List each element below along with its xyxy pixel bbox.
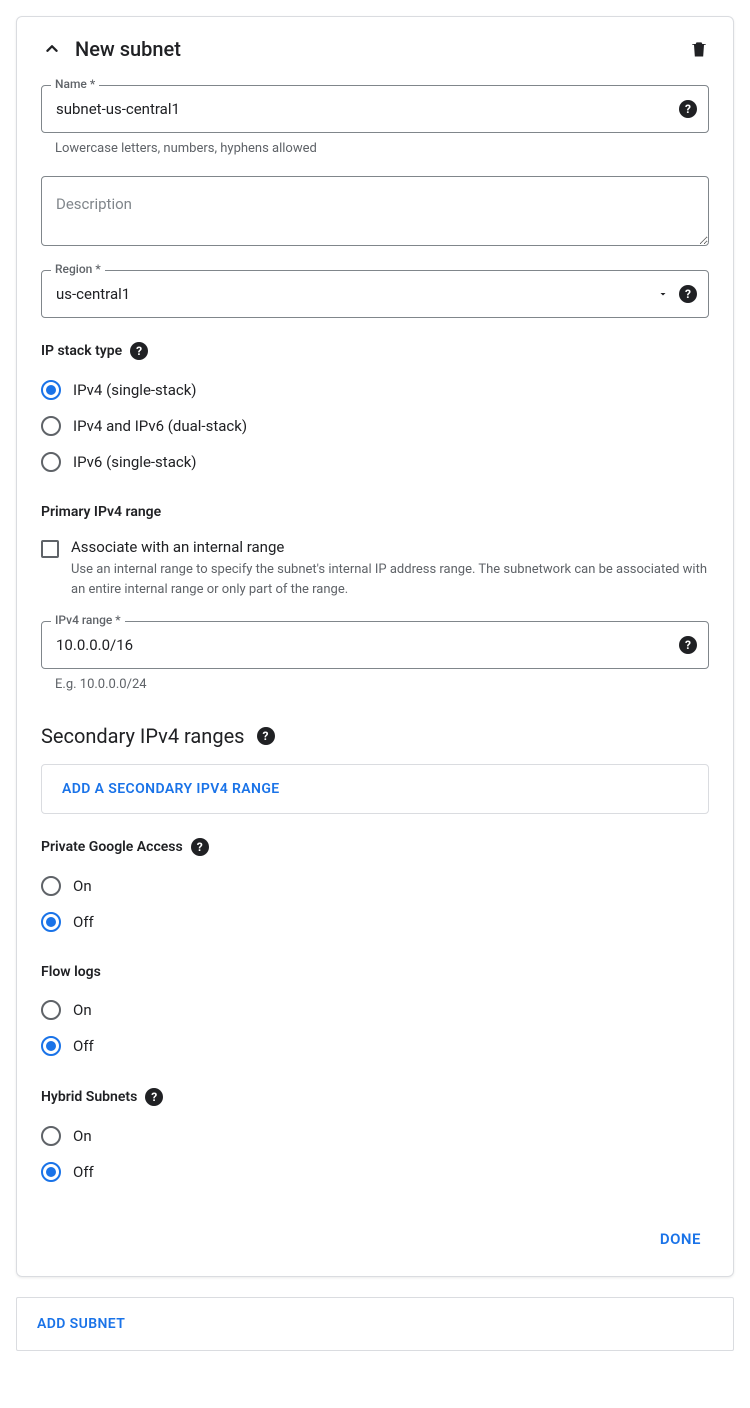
done-button[interactable]: DONE (652, 1222, 709, 1256)
ipv4-range-input[interactable] (41, 621, 709, 669)
help-icon[interactable]: ? (130, 342, 148, 360)
help-icon[interactable]: ? (679, 285, 697, 303)
region-label: Region * (51, 262, 105, 276)
region-select[interactable] (41, 270, 709, 318)
ip-stack-dual-radio[interactable]: IPv4 and IPv6 (dual-stack) (41, 408, 709, 444)
primary-ipv4-label: Primary IPv4 range (41, 504, 709, 520)
ipv4-range-label: IPv4 range * (51, 613, 125, 627)
ip-stack-ipv6-radio[interactable]: IPv6 (single-stack) (41, 444, 709, 480)
add-subnet-button[interactable]: ADD SUBNET (37, 1316, 125, 1332)
panel-title: New subnet (75, 37, 181, 61)
flowlogs-on-radio[interactable]: On (41, 992, 709, 1028)
name-field-group: Name * ? (41, 85, 709, 133)
hybrid-subnets-label: Hybrid Subnets ? (41, 1088, 709, 1106)
ip-stack-type-radios: IPv4 (single-stack) IPv4 and IPv6 (dual-… (41, 372, 709, 480)
add-secondary-range-container: ADD A SECONDARY IPV4 RANGE (41, 764, 709, 814)
private-google-access-label: Private Google Access ? (41, 838, 709, 856)
secondary-ipv4-heading: Secondary IPv4 ranges ? (41, 724, 709, 748)
help-icon[interactable]: ? (191, 838, 209, 856)
help-icon[interactable]: ? (257, 727, 275, 745)
flowlogs-off-radio[interactable]: Off (41, 1028, 709, 1064)
description-field-group (41, 176, 709, 250)
new-subnet-panel: New subnet Name * ? Lowercase letters, n… (16, 16, 734, 1277)
hybrid-off-radio[interactable]: Off (41, 1154, 709, 1190)
pga-on-radio[interactable]: On (41, 868, 709, 904)
region-field-group: Region * ? (41, 270, 709, 318)
help-icon[interactable]: ? (679, 636, 697, 654)
ip-stack-ipv4-radio[interactable]: IPv4 (single-stack) (41, 372, 709, 408)
help-icon[interactable]: ? (679, 100, 697, 118)
associate-checkbox[interactable] (41, 540, 59, 558)
delete-icon[interactable] (689, 39, 709, 59)
dropdown-icon[interactable] (657, 288, 669, 300)
add-subnet-container: ADD SUBNET (16, 1297, 734, 1351)
collapse-icon[interactable] (41, 38, 63, 60)
ipv4-range-helper: E.g. 10.0.0.0/24 (55, 677, 709, 692)
name-label: Name * (51, 77, 99, 91)
add-secondary-range-button[interactable]: ADD A SECONDARY IPV4 RANGE (62, 781, 280, 797)
associate-internal-range-row: Associate with an internal range Use an … (41, 532, 709, 605)
name-helper: Lowercase letters, numbers, hyphens allo… (55, 141, 709, 156)
name-input[interactable] (41, 85, 709, 133)
pga-off-radio[interactable]: Off (41, 904, 709, 940)
associate-label: Associate with an internal range (71, 538, 709, 556)
ipv4-range-field-group: IPv4 range * ? (41, 621, 709, 669)
ip-stack-type-label: IP stack type ? (41, 342, 709, 360)
associate-desc: Use an internal range to specify the sub… (71, 560, 709, 599)
hybrid-on-radio[interactable]: On (41, 1118, 709, 1154)
flow-logs-label: Flow logs (41, 964, 709, 980)
description-input[interactable] (41, 176, 709, 246)
panel-header: New subnet (41, 37, 709, 61)
help-icon[interactable]: ? (145, 1088, 163, 1106)
